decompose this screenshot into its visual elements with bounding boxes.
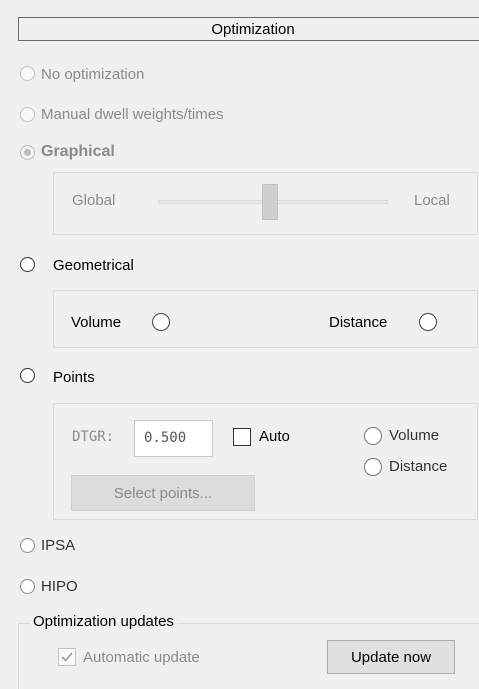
select-points-button[interactable]: Select points... [71,475,255,511]
dtgr-label: DTGR: [72,429,115,445]
graphical-radio[interactable] [20,145,35,164]
radio-icon [20,368,35,383]
local-label: Local [414,192,450,209]
manual-dwell-radio[interactable] [20,107,35,126]
points-radio[interactable] [20,368,35,387]
points-distance-label: Distance [389,458,448,475]
update-now-label: Update now [350,648,432,666]
global-label: Global [72,192,116,209]
no-optimization-label: No optimization [41,66,145,83]
auto-checkbox[interactable] [233,428,251,446]
radio-icon [20,66,35,81]
optimization-title: Optimization [211,20,295,38]
update-now-button[interactable]: Update now [327,640,455,674]
hipo-radio[interactable] [20,579,35,598]
radio-icon [20,107,35,122]
points-distance-radio[interactable] [364,458,382,480]
dtgr-input[interactable]: 0.500 [134,420,213,457]
optimization-header: Optimization [18,17,479,41]
radio-icon [20,538,35,553]
geometrical-distance-radio[interactable] [419,313,437,335]
hipo-label: HIPO [41,578,78,595]
ipsa-radio[interactable] [20,538,35,557]
optimization-updates-legend: Optimization updates [30,613,177,630]
radio-icon [20,257,35,272]
points-label: Points [53,369,95,386]
graphical-label: Graphical [41,143,115,160]
radio-icon [20,579,35,594]
auto-label: Auto [259,428,290,445]
geometrical-volume-radio[interactable] [152,313,170,335]
points-volume-radio[interactable] [364,427,382,449]
automatic-update-label: Automatic update [83,649,200,666]
geometrical-distance-label: Distance [329,314,388,331]
no-optimization-radio[interactable] [20,66,35,85]
automatic-update-checkbox[interactable] [58,648,76,666]
points-volume-label: Volume [389,427,440,444]
checkmark-icon [61,652,73,662]
manual-dwell-label: Manual dwell weights/times [41,106,224,123]
select-points-label: Select points... [113,484,213,502]
global-local-slider-thumb[interactable] [262,184,278,220]
ipsa-label: IPSA [41,537,76,554]
radio-icon [364,458,382,476]
geometrical-radio[interactable] [20,257,35,276]
geometrical-label: Geometrical [53,257,134,274]
radio-icon [364,427,382,445]
radio-icon [419,313,437,331]
radio-icon [152,313,170,331]
radio-checked-icon [20,145,35,160]
geometrical-volume-label: Volume [71,314,122,331]
